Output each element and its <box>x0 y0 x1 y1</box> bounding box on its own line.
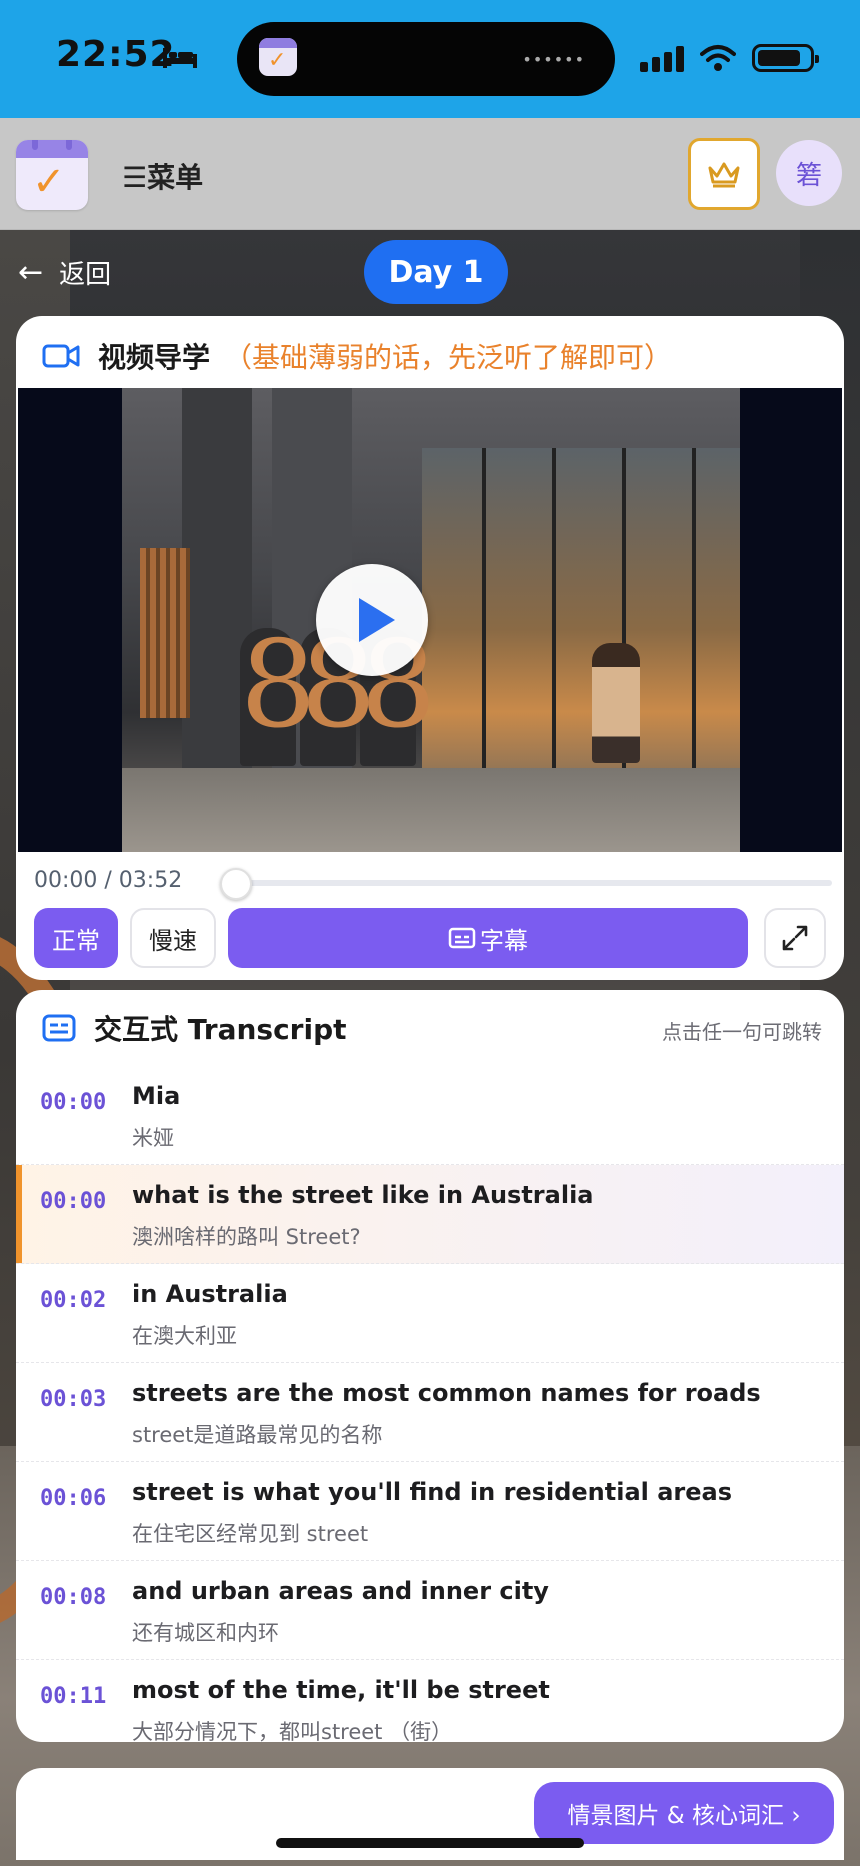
transcript-row[interactable]: 00:00 Mia 米娅 <box>16 1066 844 1165</box>
vip-button[interactable] <box>688 138 760 210</box>
battery-icon <box>752 44 819 72</box>
transcript-english: what is the street like in Australia <box>132 1181 594 1209</box>
transcript-icon <box>42 1014 76 1042</box>
avatar[interactable]: 箬 <box>776 140 842 206</box>
transcript-row[interactable]: 00:11 most of the time, it'll be street 大部… <box>16 1660 844 1742</box>
video-title: 视频导学 <box>98 341 211 374</box>
playback-row: 00:00 / 03:52 <box>34 864 834 900</box>
transcript-chinese: 米娅 <box>132 1126 174 1150</box>
transcript-timestamp: 00:00 <box>40 1189 107 1214</box>
transcript-timestamp: 00:00 <box>40 1090 107 1115</box>
transcript-list: 00:00 Mia 米娅 00:00 what is the street like i… <box>16 1066 844 1742</box>
transcript-row[interactable]: 00:08 and urban areas and inner city 还有城区和… <box>16 1561 844 1660</box>
transcript-english: streets are the most common names for ro… <box>132 1379 761 1407</box>
transcript-hint: 点击任一句可跳转 <box>662 1020 822 1044</box>
transcript-chinese: 在住宅区经常见到 street <box>132 1522 369 1546</box>
transcript-english: and urban areas and inner city <box>132 1577 549 1605</box>
fullscreen-icon <box>782 925 808 951</box>
home-indicator <box>276 1838 584 1848</box>
transcript-english: most of the time, it'll be street <box>132 1676 550 1704</box>
transcript-english: Mia <box>132 1082 181 1110</box>
island-dots: •••••• <box>522 50 585 69</box>
speed-normal-button[interactable]: 正常 <box>34 908 118 968</box>
play-icon <box>359 598 395 642</box>
transcript-timestamp: 00:11 <box>40 1684 107 1709</box>
video-camera-icon <box>42 344 80 368</box>
video-player[interactable]: 8 8 8 <box>18 388 842 852</box>
transcript-row[interactable]: 00:00 what is the street like in Australi… <box>16 1165 844 1264</box>
transcript-chinese: 澳洲啥样的路叫 Street? <box>132 1225 361 1249</box>
transcript-row[interactable]: 00:03 streets are the most common names f… <box>16 1363 844 1462</box>
transcript-timestamp: 00:03 <box>40 1387 107 1412</box>
arrow-left-icon: ← <box>18 255 44 290</box>
transcript-chinese: 大部分情况下，都叫street （街） <box>132 1720 453 1742</box>
transcript-card: 交互式 Transcript 点击任一句可跳转 00:00 Mia 米娅 00:00 w… <box>16 990 844 1742</box>
cellular-signal-icon <box>640 46 686 72</box>
progress-track[interactable] <box>220 880 832 886</box>
sleep-bed-icon <box>163 48 197 68</box>
transcript-row[interactable]: 00:02 in Australia 在澳大利亚 <box>16 1264 844 1363</box>
app-logo: ✓ <box>16 140 88 210</box>
transcript-chinese: street是道路最常见的名称 <box>132 1423 383 1447</box>
transcript-chinese: 还有城区和内环 <box>132 1621 279 1645</box>
transcript-english: in Australia <box>132 1280 288 1308</box>
video-card: 视频导学 （基础薄弱的话，先泛听了解即可） 8 8 8 00:00 / 03:5… <box>16 316 844 980</box>
app-header: ✓ ☰菜单 箬 <box>0 118 860 230</box>
wifi-icon <box>700 45 736 71</box>
fullscreen-button[interactable] <box>764 908 826 968</box>
progress-thumb[interactable] <box>220 868 252 900</box>
transcript-title: 交互式 Transcript <box>94 1013 347 1046</box>
play-button[interactable] <box>316 564 428 676</box>
transcript-english: street is what you'll find in residentia… <box>132 1478 733 1506</box>
menu-button[interactable]: ☰菜单 <box>122 156 203 196</box>
back-button[interactable]: ← 返回 <box>18 254 111 291</box>
subtitles-icon <box>448 927 476 949</box>
transcript-timestamp: 00:06 <box>40 1486 107 1511</box>
calendar-app-icon <box>259 38 297 76</box>
transcript-chinese: 在澳大利亚 <box>132 1324 237 1348</box>
dynamic-island: •••••• <box>237 22 615 96</box>
day-badge: Day 1 <box>364 240 508 304</box>
back-label: 返回 <box>59 260 112 290</box>
transcript-row[interactable]: 00:06 street is what you'll find in resid… <box>16 1462 844 1561</box>
status-time: 22:52 <box>56 34 176 75</box>
subtitles-button[interactable]: 字幕 <box>228 908 748 968</box>
transcript-timestamp: 00:02 <box>40 1288 107 1313</box>
video-thumbnail: 8 8 8 <box>122 388 740 852</box>
playback-time: 00:00 / 03:52 <box>34 868 183 893</box>
video-hint: （基础薄弱的话，先泛听了解即可） <box>224 341 673 374</box>
status-bar: 22:52 •••••• <box>0 0 860 118</box>
vocab-images-button[interactable]: 情景图片 & 核心词汇 › <box>534 1782 834 1844</box>
transcript-timestamp: 00:08 <box>40 1585 107 1610</box>
subtitles-label: 字幕 <box>480 926 528 955</box>
speed-slow-button[interactable]: 慢速 <box>130 908 216 968</box>
transcript-header: 交互式 Transcript 点击任一句可跳转 <box>42 1008 822 1048</box>
crown-icon <box>708 162 740 188</box>
video-card-header: 视频导学 （基础薄弱的话，先泛听了解即可） <box>42 336 672 376</box>
